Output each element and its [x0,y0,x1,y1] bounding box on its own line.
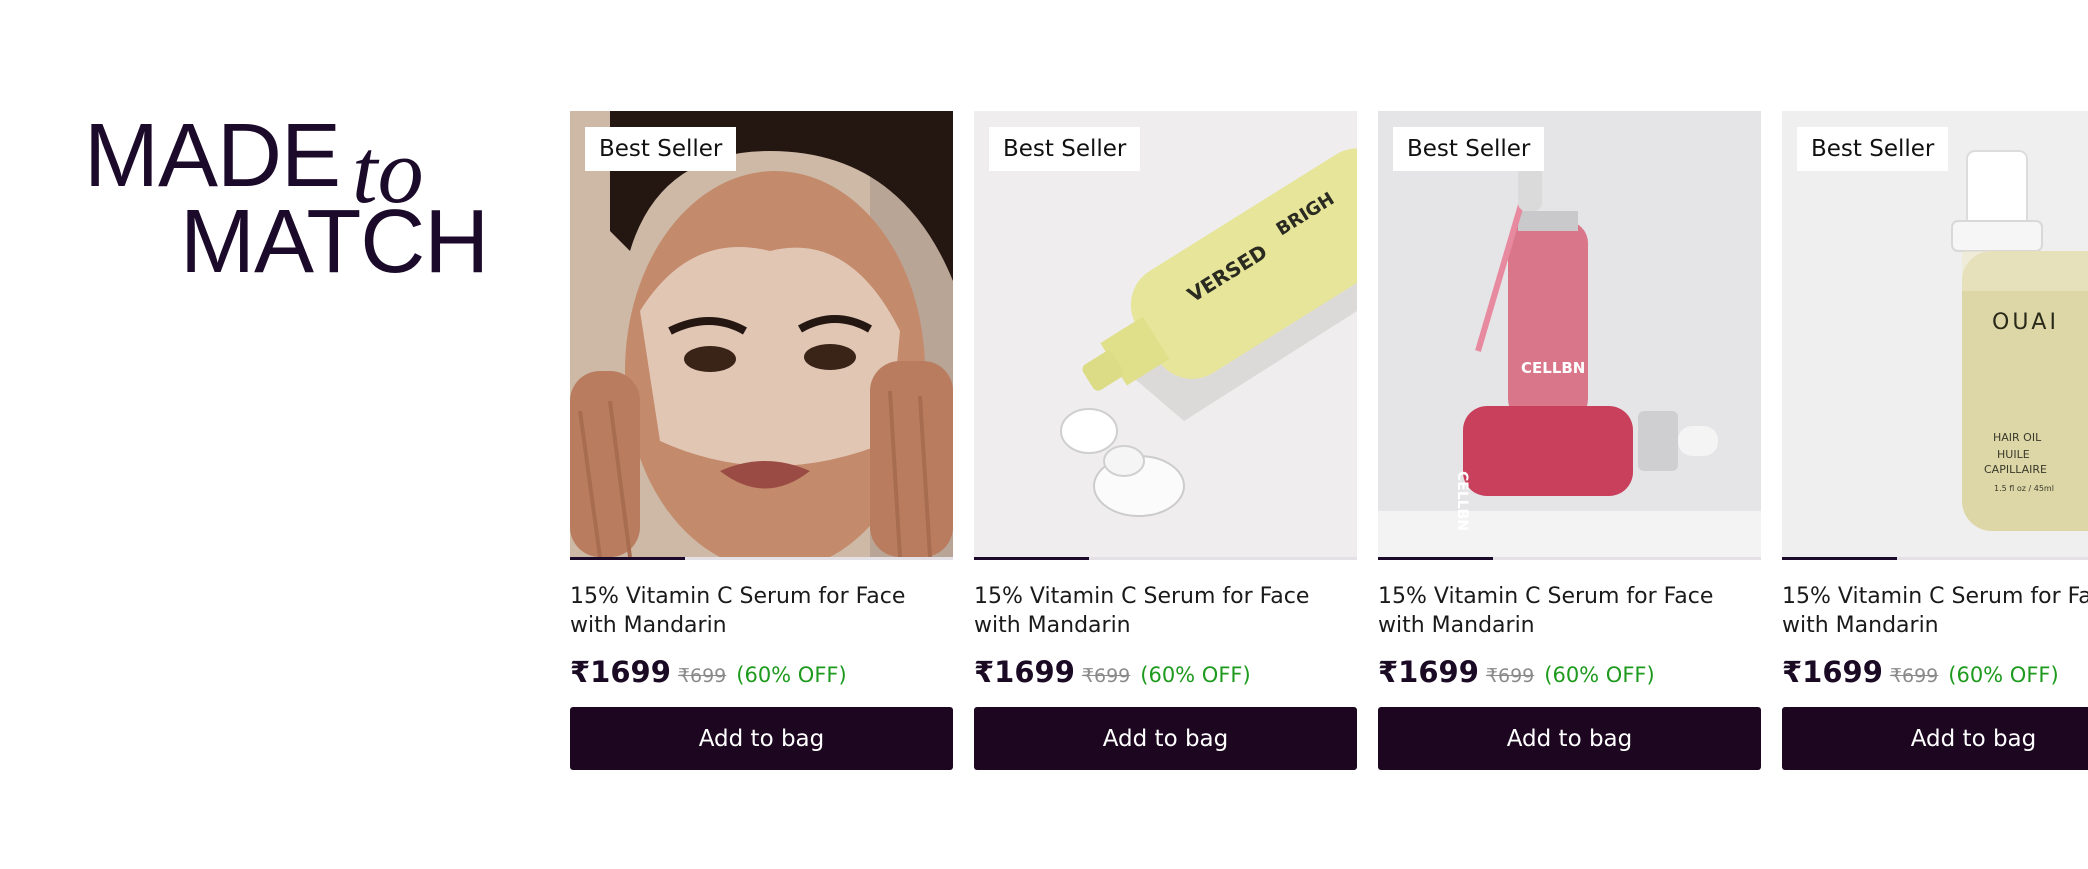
product-carousel[interactable]: Best Seller 15% Vitamin C Serum for Face… [570,111,2088,770]
image-slide-progress [974,557,1357,560]
heading-match: MATCH [180,192,489,292]
product-title[interactable]: 15% Vitamin C Serum for Face with Mandar… [1782,582,2088,640]
image-slide-progress [1378,557,1761,560]
progress-fill [1378,557,1493,560]
original-price: ₹699 [1889,665,1939,687]
section-heading: MADE to MATCH [84,106,489,292]
image-slide-progress [1782,557,2088,560]
heading-made: MADE [84,106,341,206]
product-image[interactable]: OUAI HAIR OIL HUILE CAPILLAIRE 1.5 fl oz… [1782,111,2088,557]
discount-label: (60% OFF) [1544,663,1655,687]
add-to-bag-button[interactable]: Add to bag [974,707,1357,770]
yellow-tube-gel-photo: VERSED BRIGH [974,111,1357,557]
product-image[interactable]: CELLBN CELLBN Best Seller [1378,111,1761,557]
bottle-label-line1: HAIR OIL [1993,431,2042,444]
bottle-brand-text: OUAI [1992,310,2059,335]
image-slide-progress [570,557,953,560]
best-seller-badge: Best Seller [585,127,737,171]
product-image[interactable]: Best Seller [570,111,953,557]
original-price: ₹699 [677,665,727,687]
product-image[interactable]: VERSED BRIGH Best Seller [974,111,1357,557]
bottle-brand-text: CELLBN [1521,359,1585,377]
discount-label: (60% OFF) [1948,663,2059,687]
discount-label: (60% OFF) [736,663,847,687]
price-row: ₹1699 ₹699 (60% OFF) [570,655,953,689]
hair-oil-bottle-photo: OUAI HAIR OIL HUILE CAPILLAIRE 1.5 fl oz… [1782,111,2088,557]
product-card[interactable]: CELLBN CELLBN Best Seller 15% Vitamin C … [1378,111,1761,770]
price-row: ₹1699 ₹699 (60% OFF) [1378,655,1761,689]
add-to-bag-button[interactable]: Add to bag [1378,707,1761,770]
product-title[interactable]: 15% Vitamin C Serum for Face with Mandar… [570,582,953,640]
original-price: ₹699 [1081,665,1131,687]
bottle-label-volume: 1.5 fl oz / 45ml [1994,484,2054,493]
bottle-label-line2: HUILE [1997,448,2030,461]
bottle2-brand-text: CELLBN [1454,471,1470,531]
best-seller-badge: Best Seller [1393,127,1545,171]
original-price: ₹699 [1485,665,1535,687]
bottle-label-line3: CAPILLAIRE [1984,463,2047,476]
best-seller-badge: Best Seller [1797,127,1949,171]
pink-ampoule-bottles-photo: CELLBN CELLBN [1378,111,1761,557]
progress-fill [974,557,1089,560]
sale-price: ₹1699 [974,655,1075,689]
price-row: ₹1699 ₹699 (60% OFF) [1782,655,2088,689]
add-to-bag-button[interactable]: Add to bag [1782,707,2088,770]
heading-to: to [352,120,424,222]
product-card[interactable]: VERSED BRIGH Best Seller 15% Vitamin C S… [974,111,1357,770]
product-card[interactable]: Best Seller 15% Vitamin C Serum for Face… [570,111,953,770]
progress-fill [1782,557,1897,560]
price-row: ₹1699 ₹699 (60% OFF) [974,655,1357,689]
best-seller-badge: Best Seller [989,127,1141,171]
woman-face-mask-photo [570,111,953,557]
progress-fill [570,557,685,560]
product-card[interactable]: OUAI HAIR OIL HUILE CAPILLAIRE 1.5 fl oz… [1782,111,2088,770]
sale-price: ₹1699 [1378,655,1479,689]
discount-label: (60% OFF) [1140,663,1251,687]
sale-price: ₹1699 [570,655,671,689]
product-title[interactable]: 15% Vitamin C Serum for Face with Mandar… [1378,582,1761,640]
add-to-bag-button[interactable]: Add to bag [570,707,953,770]
product-title[interactable]: 15% Vitamin C Serum for Face with Mandar… [974,582,1357,640]
sale-price: ₹1699 [1782,655,1883,689]
